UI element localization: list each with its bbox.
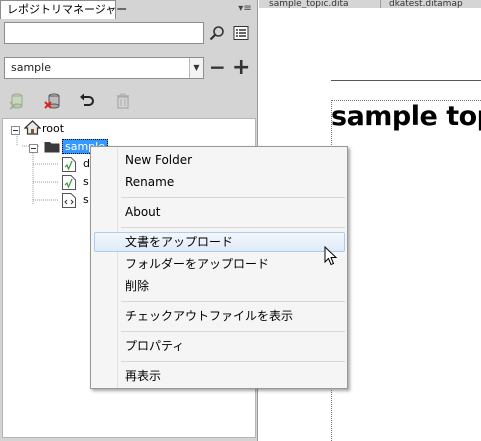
chevron-down-icon[interactable]: ▼	[189, 58, 203, 78]
delete-repo-icon[interactable]	[44, 92, 62, 110]
panel-tab-title[interactable]: レポジトリマネージャー	[0, 0, 127, 19]
trash-icon[interactable]	[114, 92, 132, 110]
editor-divider	[331, 80, 481, 81]
menu-separator	[121, 227, 345, 228]
menu-item-rename[interactable]: Rename	[94, 172, 345, 192]
collapse-root-icon[interactable]	[11, 124, 20, 135]
remove-repository-button[interactable]: −	[209, 57, 226, 77]
menu-item-properties[interactable]: プロパティ	[94, 336, 345, 356]
list-view-icon[interactable]	[233, 25, 249, 41]
search-input[interactable]	[4, 22, 204, 44]
tree-file-label[interactable]: d	[83, 157, 90, 170]
document-title[interactable]: sample top	[331, 101, 481, 132]
tree-root-label[interactable]: root	[42, 122, 64, 135]
menu-item-new-folder[interactable]: New Folder	[94, 150, 345, 170]
menu-item-upload-folder[interactable]: フォルダーをアップロード	[94, 254, 345, 274]
menu-item-about[interactable]: About	[94, 202, 345, 222]
tab-sample-topic[interactable]: sample_topic.dita	[263, 0, 381, 8]
editor-tab-bar: sample_topic.dita dkatest.ditamap	[259, 0, 481, 8]
add-repository-button[interactable]: +	[232, 57, 250, 79]
undo-icon[interactable]	[78, 92, 96, 110]
menu-item-refresh[interactable]: 再表示	[94, 366, 345, 386]
mouse-cursor-icon	[324, 245, 338, 266]
panel-menu-icon[interactable]: ▾≡	[237, 2, 253, 16]
tree-file-label[interactable]: s	[83, 175, 89, 188]
search-icon[interactable]	[209, 25, 225, 41]
context-menu: New Folder Rename About 文書をアップロード フォルダーを…	[90, 146, 348, 389]
repository-select-value: sample	[11, 61, 51, 74]
dita-file-icon	[62, 157, 76, 172]
xml-file-icon	[62, 193, 76, 208]
menu-item-show-checkout-files[interactable]: チェックアウトファイルを表示	[94, 306, 345, 326]
home-icon	[23, 120, 42, 135]
tab-ditamap[interactable]: dkatest.ditamap	[383, 0, 481, 8]
menu-item-upload-document[interactable]: 文書をアップロード	[94, 232, 345, 252]
dita-file-icon	[62, 175, 76, 190]
document-body[interactable]	[331, 100, 481, 441]
checkout-icon[interactable]	[8, 92, 26, 110]
menu-separator	[121, 361, 345, 362]
collapse-sample-icon[interactable]	[29, 142, 38, 153]
repository-select[interactable]: sample ▼	[4, 57, 204, 79]
folder-icon	[44, 140, 60, 153]
tree-file-label[interactable]: s	[83, 193, 89, 206]
menu-separator	[121, 197, 345, 198]
menu-separator	[121, 301, 345, 302]
menu-separator	[121, 331, 345, 332]
menu-item-delete[interactable]: 削除	[94, 276, 345, 296]
